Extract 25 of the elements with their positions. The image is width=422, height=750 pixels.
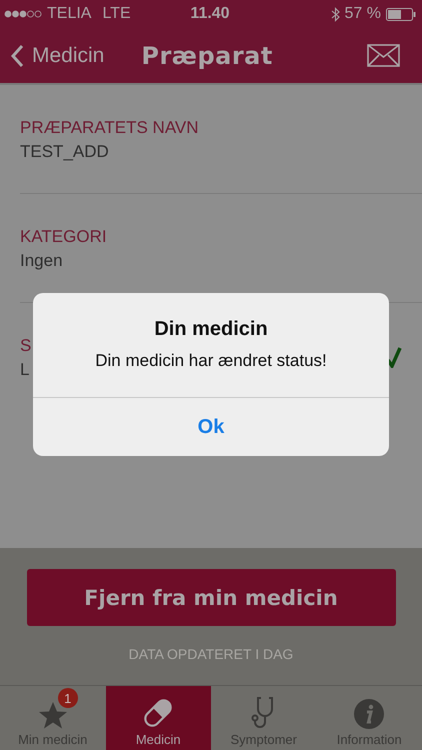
- field-value: L: [20, 360, 30, 380]
- battery-icon: [386, 8, 416, 20]
- envelope-icon[interactable]: [367, 44, 400, 67]
- field-label: KATEGORI: [20, 227, 107, 247]
- bluetooth-icon: [330, 6, 340, 22]
- update-note: DATA OPDATERET I DAG: [128, 646, 294, 662]
- battery-text: 57 %: [344, 5, 381, 23]
- field-value: TEST_ADD: [20, 142, 109, 162]
- carrier-text: TELIA: [47, 5, 92, 23]
- network-text: LTE: [102, 5, 131, 23]
- chevron-left-icon: [10, 44, 24, 68]
- signal-icon: [4, 10, 42, 18]
- ok-button[interactable]: Ok: [33, 397, 389, 456]
- notification-badge: 1: [58, 688, 78, 708]
- alert-message: Din medicin har ændret status!: [95, 351, 327, 371]
- screen-title: Præparat: [141, 42, 273, 70]
- tab-item[interactable]: Medicin: [106, 686, 211, 750]
- info-icon: [353, 698, 386, 730]
- back-button[interactable]: Medicin: [10, 44, 104, 68]
- remove-button[interactable]: Fjern fra min medicin: [26, 569, 396, 626]
- field-label: PRÆPARATETS NAVN: [20, 118, 199, 138]
- clock-text: 11.40: [190, 5, 230, 23]
- alert-title: Din medicin: [154, 318, 268, 341]
- field-label: S: [20, 336, 32, 356]
- field-value: Ingen: [20, 251, 63, 271]
